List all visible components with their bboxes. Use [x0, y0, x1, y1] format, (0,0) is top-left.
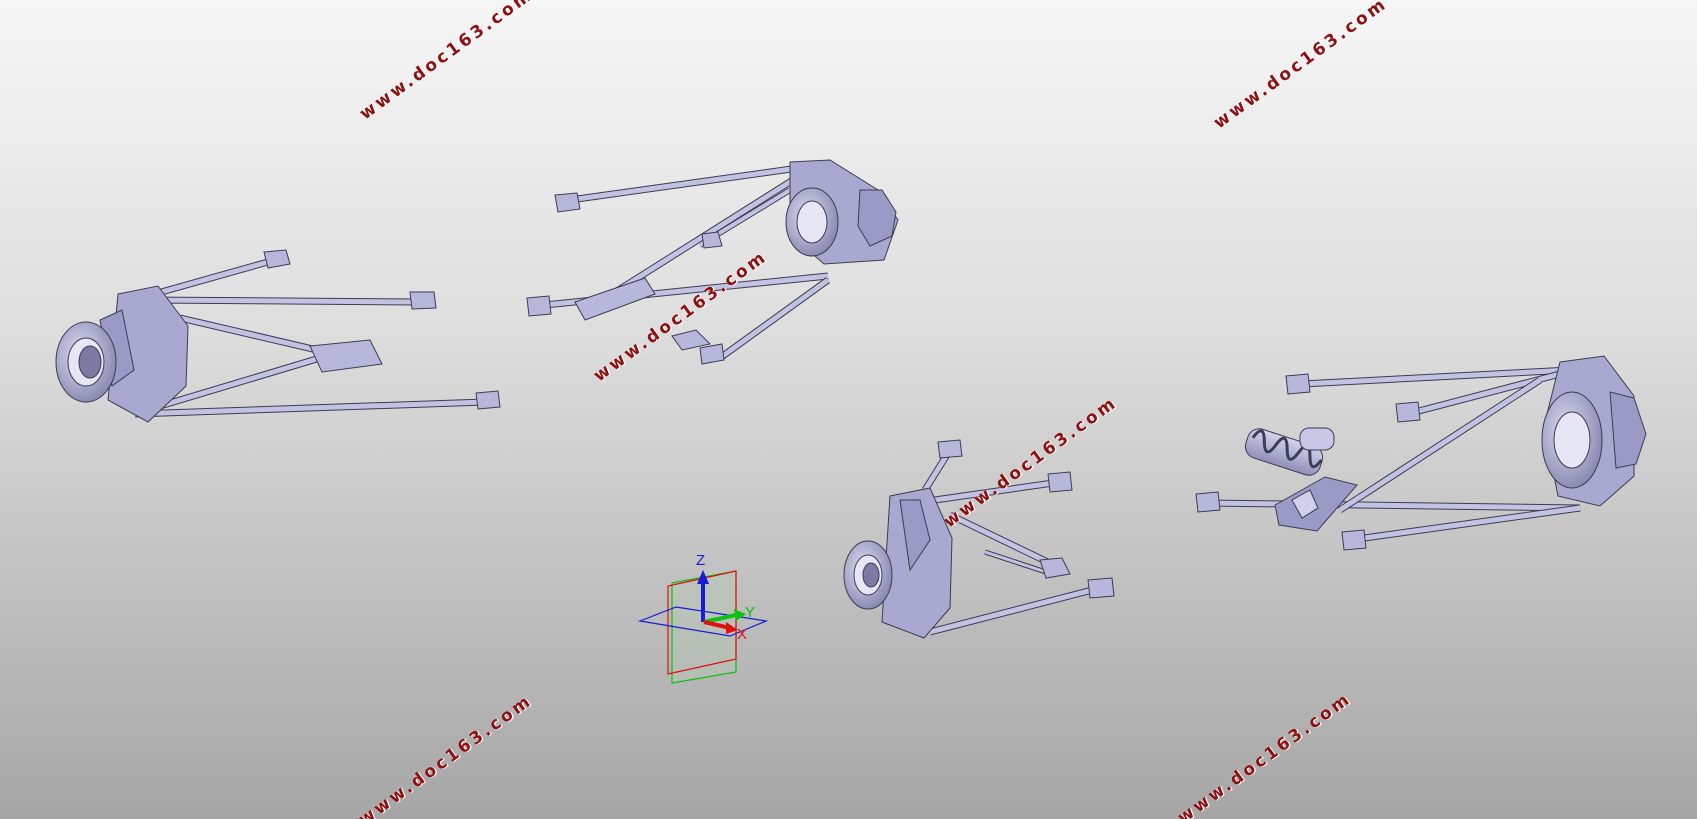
rod-end-bracket [263, 249, 501, 410]
front-left-suspension[interactable] [55, 249, 501, 423]
cad-3d-viewport[interactable]: Z Y X www.doc163.com www.doc163.com www.… [0, 0, 1697, 819]
front-right-suspension[interactable] [843, 439, 1115, 639]
coilover-damper [1244, 427, 1335, 476]
suspension-scene[interactable]: Z Y X [0, 0, 1697, 819]
rear-left-suspension[interactable] [526, 159, 899, 365]
orientation-compass[interactable]: Z Y X [637, 552, 769, 684]
y-axis-label: Y [745, 604, 755, 621]
control-arm [544, 161, 831, 361]
wheel-upright [55, 285, 189, 423]
z-axis-label: Z [696, 552, 705, 569]
wheel-upright [785, 159, 899, 265]
wheel-upright [843, 487, 953, 639]
wheel-upright [1541, 355, 1647, 507]
rod-end-bracket [526, 192, 725, 365]
rear-right-suspension[interactable] [1195, 355, 1647, 551]
x-axis-label: X [737, 626, 747, 643]
